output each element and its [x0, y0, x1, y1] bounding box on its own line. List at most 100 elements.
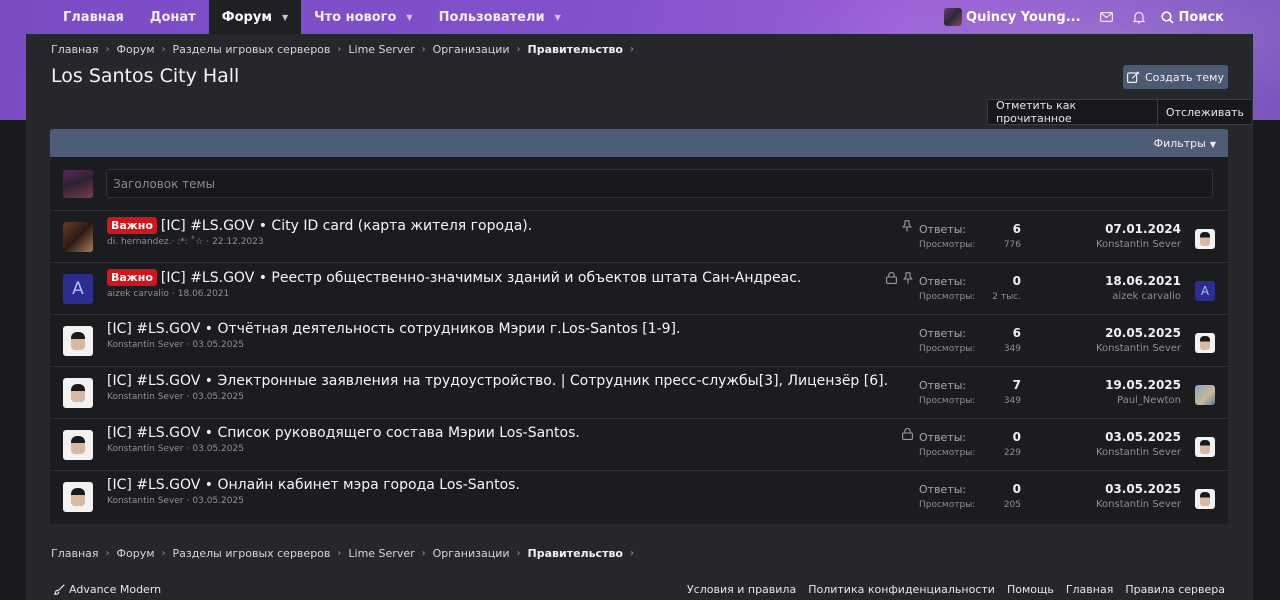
thread-date[interactable]: 22.12.2023: [212, 237, 264, 247]
chevron-right-icon: ›: [421, 548, 426, 559]
thread-status: [896, 428, 913, 440]
author-avatar[interactable]: [63, 430, 93, 460]
thread-author[interactable]: di. hernandez.· :*: ˚☆: [107, 237, 203, 247]
thread-row[interactable]: [IC] #LS.GOV • Список руководящего соста…: [50, 419, 1228, 471]
caret-down-icon[interactable]: ▼: [406, 13, 412, 22]
create-thread-button[interactable]: Создать тему: [1123, 65, 1228, 89]
last-poster-avatar[interactable]: [1195, 229, 1215, 249]
breadcrumb-item[interactable]: Форум: [117, 43, 155, 56]
last-post-user[interactable]: Konstantin Sever: [1096, 341, 1181, 357]
thread-author[interactable]: Konstantin Sever: [107, 444, 184, 454]
nav-tab-forum[interactable]: Форум ▼: [208, 0, 302, 34]
nav-tab-donate[interactable]: Донат: [137, 0, 209, 34]
last-post-user[interactable]: Konstantin Sever: [1096, 445, 1181, 461]
footer-link-terms[interactable]: Условия и правила: [687, 583, 796, 596]
nav-tab-home[interactable]: Главная: [50, 0, 137, 34]
caret-down-icon[interactable]: ▼: [282, 13, 288, 22]
thread-row[interactable]: [IC] #LS.GOV • Отчётная деятельность сот…: [50, 315, 1228, 367]
thread-row[interactable]: [IC] #LS.GOV • Электронные заявления на …: [50, 367, 1228, 419]
views-label: Просмотры:: [919, 344, 976, 354]
thread-title[interactable]: [IC] #LS.GOV • Список руководящего соста…: [107, 425, 580, 441]
replies-count: 6: [1012, 326, 1021, 340]
thread-author[interactable]: Konstantin Sever: [107, 496, 184, 506]
last-poster-avatar[interactable]: A: [1195, 281, 1215, 301]
replies-count: 6: [1012, 222, 1021, 236]
last-post-date[interactable]: 18.06.2021: [1105, 273, 1181, 289]
watch-button[interactable]: Отслеживать: [1156, 100, 1252, 124]
author-avatar[interactable]: [63, 482, 93, 512]
compose-icon: [1127, 71, 1140, 83]
breadcrumb-item[interactable]: Форум: [117, 547, 155, 560]
breadcrumb-item[interactable]: Разделы игровых серверов: [173, 547, 331, 560]
thread-author[interactable]: aizek carvalio: [107, 289, 169, 299]
thread-title[interactable]: [IC] #LS.GOV • Отчётная деятельность сот…: [107, 321, 680, 337]
thread-author[interactable]: Konstantin Sever: [107, 340, 184, 350]
nav-tab-whats-new[interactable]: Что нового ▼: [301, 0, 425, 34]
last-post-user[interactable]: Paul_Newton: [1105, 393, 1181, 409]
mark-read-button[interactable]: Отметить как прочитанное: [988, 100, 1157, 124]
thread-stats: Ответы: 6 Просмотры: 349: [919, 325, 1021, 357]
thread-title-input[interactable]: [106, 169, 1213, 198]
last-post-date[interactable]: 19.05.2025: [1105, 377, 1181, 393]
author-avatar[interactable]: [63, 222, 93, 252]
breadcrumb-item[interactable]: Lime Server: [348, 43, 414, 56]
account-menu[interactable]: Quincy Young...: [944, 8, 1081, 26]
thread-date[interactable]: 03.05.2025: [192, 496, 244, 506]
thread-title[interactable]: [IC] #LS.GOV • Онлайн кабинет мэра город…: [107, 477, 520, 493]
breadcrumb-item[interactable]: Организации: [433, 43, 510, 56]
nav-tab-label: Главная: [63, 9, 124, 25]
last-post-user[interactable]: Konstantin Sever: [1096, 497, 1181, 513]
views-label: Просмотры:: [919, 500, 976, 510]
footer-link-privacy[interactable]: Политика конфиденциальности: [808, 583, 995, 596]
thread-date[interactable]: 03.05.2025: [192, 392, 244, 402]
caret-down-icon[interactable]: ▼: [555, 13, 561, 22]
breadcrumb-item-current[interactable]: Правительство: [528, 547, 623, 560]
thread-row[interactable]: Важно [IC] #LS.GOV • City ID card (карта …: [50, 211, 1228, 263]
breadcrumb-item-current[interactable]: Правительство: [528, 43, 623, 56]
thread-date[interactable]: 18.06.2021: [178, 289, 230, 299]
search-button[interactable]: Поиск: [1160, 10, 1224, 25]
thread-stats: Ответы: 0 Просмотры: 229: [919, 429, 1021, 461]
chevron-right-icon: ›: [337, 44, 342, 55]
breadcrumb-item[interactable]: Главная: [51, 43, 99, 56]
last-post: 19.05.2025 Paul_Newton: [1105, 377, 1181, 409]
footer-link-home[interactable]: Главная: [1066, 583, 1114, 596]
thread-title[interactable]: [IC] #LS.GOV • City ID card (карта жител…: [161, 218, 532, 234]
important-badge: Важно: [107, 269, 157, 286]
nav-tab-members[interactable]: Пользователи ▼: [426, 0, 574, 34]
thread-row[interactable]: A Важно [IC] #LS.GOV • Реестр общественно…: [50, 263, 1228, 315]
last-post-date[interactable]: 03.05.2025: [1096, 481, 1181, 497]
last-post-user[interactable]: aizek carvalio: [1105, 289, 1181, 305]
breadcrumb-item[interactable]: Разделы игровых серверов: [173, 43, 331, 56]
chevron-right-icon: ›: [516, 548, 521, 559]
thread-author[interactable]: Konstantin Sever: [107, 392, 184, 402]
filters-button[interactable]: Фильтры ▼: [1154, 137, 1216, 150]
last-poster-avatar[interactable]: [1195, 437, 1215, 457]
last-poster-avatar[interactable]: [1195, 333, 1215, 353]
last-post-date[interactable]: 07.01.2024: [1096, 221, 1181, 237]
page-container: Главная › Форум › Разделы игровых серверов…: [26, 34, 1253, 600]
thread-title[interactable]: [IC] #LS.GOV • Электронные заявления на …: [107, 373, 888, 389]
thread-date[interactable]: 03.05.2025: [192, 340, 244, 350]
breadcrumb-item[interactable]: Lime Server: [348, 547, 414, 560]
filter-bar: Фильтры ▼: [50, 129, 1228, 157]
author-avatar[interactable]: [63, 378, 93, 408]
thread-title[interactable]: [IC] #LS.GOV • Реестр общественно-значим…: [161, 270, 801, 286]
last-post-user[interactable]: Konstantin Sever: [1096, 237, 1181, 253]
footer-link-help[interactable]: Помощь: [1007, 583, 1054, 596]
last-post-date[interactable]: 20.05.2025: [1096, 325, 1181, 341]
footer-link-server-rules[interactable]: Правила сервера: [1125, 583, 1225, 596]
author-avatar[interactable]: [63, 326, 93, 356]
thread-row[interactable]: [IC] #LS.GOV • Онлайн кабинет мэра город…: [50, 471, 1228, 523]
bell-icon[interactable]: [1123, 0, 1155, 34]
last-poster-avatar[interactable]: [1195, 489, 1215, 509]
create-thread-label: Создать тему: [1145, 70, 1224, 84]
breadcrumb-item[interactable]: Организации: [433, 547, 510, 560]
inbox-icon[interactable]: [1091, 0, 1123, 34]
author-avatar[interactable]: A: [63, 274, 93, 304]
last-poster-avatar[interactable]: [1195, 385, 1215, 405]
thread-date[interactable]: 03.05.2025: [192, 444, 244, 454]
style-chooser[interactable]: Advance Modern: [54, 583, 161, 596]
breadcrumb-item[interactable]: Главная: [51, 547, 99, 560]
last-post-date[interactable]: 03.05.2025: [1096, 429, 1181, 445]
